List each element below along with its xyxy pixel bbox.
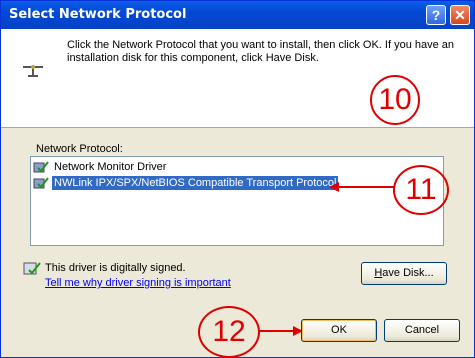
protocol-icon [33, 177, 49, 189]
step-10-callout: 10 [370, 75, 420, 125]
step-11-callout: 11 [393, 165, 449, 215]
help-button[interactable]: ? [426, 5, 446, 25]
list-item[interactable]: Network Monitor Driver [33, 159, 168, 175]
have-disk-button[interactable]: Have Disk... [361, 262, 447, 285]
list-item-label: NWLink IPX/SPX/NetBIOS Compatible Transp… [50, 175, 340, 191]
signed-driver-icon [23, 262, 41, 275]
list-label: Network Protocol: [36, 143, 123, 155]
protocol-icon [33, 161, 49, 173]
cancel-button[interactable]: Cancel [384, 319, 460, 342]
ok-button[interactable]: OK [301, 319, 377, 342]
close-button[interactable]: ✕ [450, 5, 470, 25]
driver-signing-link[interactable]: Tell me why driver signing is important [45, 277, 231, 289]
protocol-listbox[interactable]: Network Monitor Driver NWLink IPX/SPX/Ne… [30, 156, 444, 246]
step-12-callout: 12 [198, 306, 260, 358]
step-11-arrow [329, 182, 395, 192]
instruction-text: Click the Network Protocol that you want… [67, 39, 455, 64]
signed-status-text: This driver is digitally signed. [45, 262, 186, 274]
step-12-arrow [259, 326, 303, 336]
dialog-window: Select Network Protocol ? ✕ Click the Ne… [0, 0, 475, 358]
list-item-selected[interactable]: NWLink IPX/SPX/NetBIOS Compatible Transp… [33, 175, 340, 191]
window-title: Select Network Protocol [9, 7, 187, 22]
have-disk-label: ave Disk... [382, 267, 434, 279]
list-item-label: Network Monitor Driver [54, 161, 167, 173]
network-protocol-icon [23, 65, 43, 77]
title-bar[interactable]: Select Network Protocol ? ✕ [1, 1, 474, 29]
